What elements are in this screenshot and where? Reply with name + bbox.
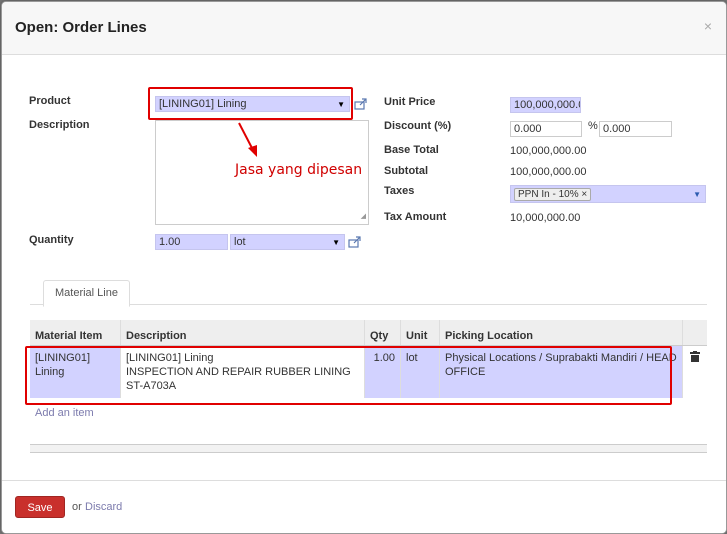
cell-delete: [682, 345, 707, 398]
discard-link[interactable]: Discard: [85, 501, 122, 513]
red-arrow-icon: [238, 122, 257, 157]
dialog-header: Open: Order Lines ×: [2, 2, 726, 55]
close-icon[interactable]: ×: [704, 18, 712, 34]
row-highlight-box: [25, 346, 672, 405]
uom-value: lot: [234, 236, 246, 248]
base-total-label: Base Total: [384, 144, 439, 156]
column-header-actions: [682, 320, 707, 346]
tax-tag: PPN In - 10% ×: [514, 188, 592, 201]
discount2-value: 0.000: [603, 123, 631, 135]
uom-select[interactable]: lot ▼: [230, 234, 345, 250]
external-link-icon[interactable]: [354, 98, 368, 110]
taxes-field[interactable]: PPN In - 10% × ▼: [510, 185, 706, 203]
resize-handle-icon[interactable]: ◢: [361, 210, 366, 223]
taxes-label: Taxes: [384, 185, 415, 197]
subtotal-label: Subtotal: [384, 165, 428, 177]
save-button[interactable]: Save: [15, 496, 65, 518]
trash-icon[interactable]: [690, 351, 700, 362]
add-item-link[interactable]: Add an item: [35, 407, 94, 419]
order-line-dialog: Open: Order Lines × Product [LINING01] L…: [1, 1, 727, 534]
quantity-value: 1.00: [159, 236, 181, 248]
quantity-label: Quantity: [29, 234, 74, 246]
dialog-footer: Save or Discard: [2, 480, 726, 533]
percent-sign: %: [588, 120, 598, 132]
column-header-material-item[interactable]: Material Item: [30, 320, 121, 346]
product-highlight-box: [148, 87, 353, 120]
base-total-value: 100,000,000.00: [510, 145, 587, 157]
remove-tag-icon[interactable]: ×: [581, 189, 587, 200]
discount2-input[interactable]: 0.000: [599, 121, 672, 137]
tax-amount-value: 10,000,000.00: [510, 212, 581, 224]
discount-label: Discount (%): [384, 120, 452, 132]
chevron-down-icon: ▼: [332, 238, 340, 247]
horizontal-scrollbar[interactable]: [30, 444, 707, 453]
external-link-icon[interactable]: [348, 236, 362, 248]
unit-price-label: Unit Price: [384, 96, 436, 108]
column-header-description[interactable]: Description: [120, 320, 365, 346]
or-text: or: [72, 501, 82, 513]
chevron-down-icon[interactable]: ▼: [693, 188, 701, 201]
discount-value: 0.000: [514, 123, 542, 135]
annotation-text: Jasa yang dipesan: [235, 162, 363, 178]
product-label: Product: [29, 95, 71, 107]
column-header-picking-location[interactable]: Picking Location: [439, 320, 683, 346]
tabs-divider: [30, 304, 707, 305]
subtotal-value: 100,000,000.00: [510, 166, 587, 178]
tax-tag-label: PPN In - 10%: [518, 189, 579, 200]
unit-price-value: 100,000,000.0: [514, 99, 581, 111]
description-label: Description: [29, 119, 90, 131]
dialog-title: Open: Order Lines: [15, 19, 147, 36]
column-header-unit[interactable]: Unit: [400, 320, 440, 346]
discount-input[interactable]: 0.000: [510, 121, 582, 137]
quantity-input[interactable]: 1.00: [155, 234, 228, 250]
column-header-qty[interactable]: Qty: [364, 320, 401, 346]
unit-price-input[interactable]: 100,000,000.0: [510, 97, 581, 113]
tab-material-line[interactable]: Material Line: [43, 280, 130, 307]
tax-amount-label: Tax Amount: [384, 211, 447, 223]
